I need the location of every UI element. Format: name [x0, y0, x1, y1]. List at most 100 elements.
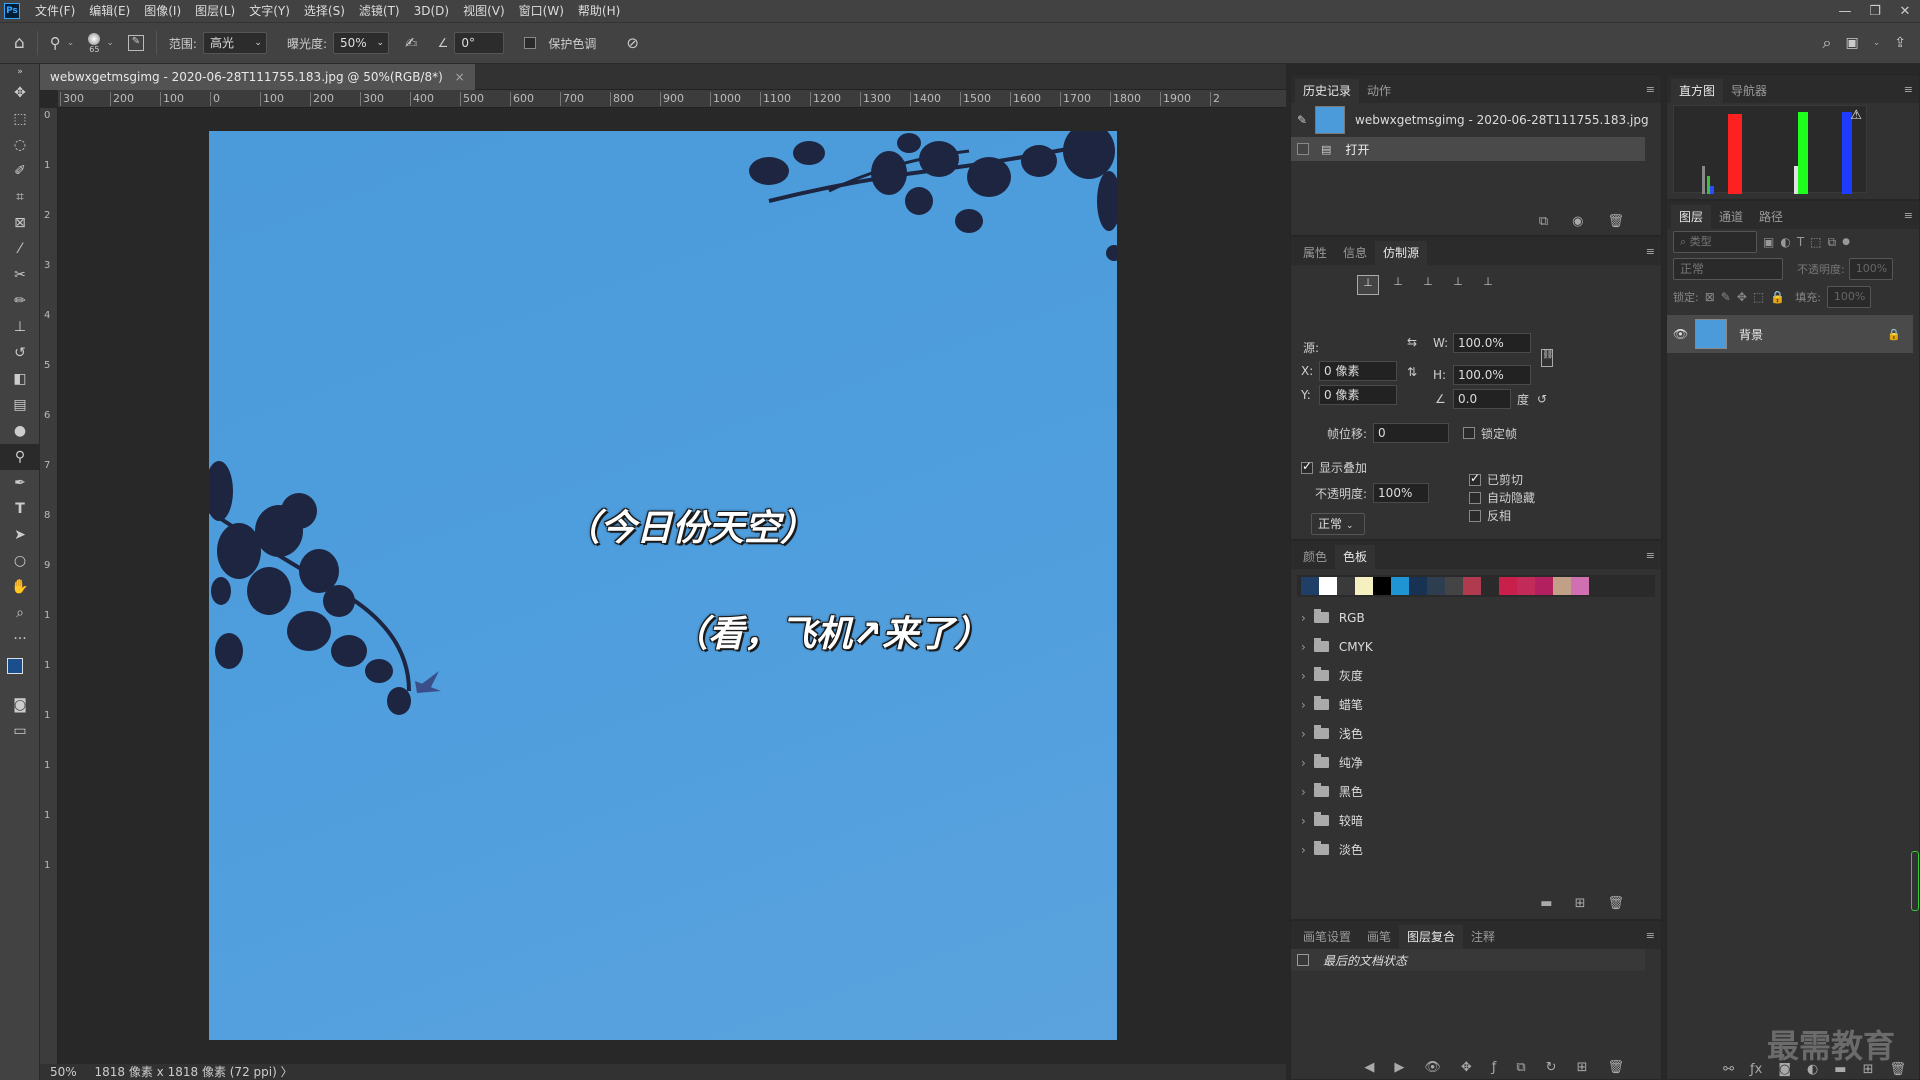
- chevron-down-icon[interactable]: ⌄: [67, 38, 75, 48]
- trash-icon[interactable]: 🗑: [1607, 1060, 1624, 1075]
- swatch-group-rgb[interactable]: › RGB: [1291, 603, 1661, 632]
- tab-histogram[interactable]: 直方图: [1671, 79, 1724, 103]
- camera-icon[interactable]: ◉: [1572, 214, 1583, 229]
- screen-mode-icon[interactable]: ▭: [0, 718, 40, 744]
- close-button[interactable]: ✕: [1890, 4, 1920, 19]
- menu-edit[interactable]: 编辑(E): [82, 0, 137, 22]
- panel-menu-icon[interactable]: ≡: [1646, 549, 1655, 562]
- lock-paint-icon[interactable]: ✎: [1721, 290, 1731, 304]
- tab-history[interactable]: 历史记录: [1295, 79, 1360, 103]
- next-comp-icon[interactable]: ▶: [1394, 1060, 1404, 1075]
- swatch-group-darker[interactable]: › 较暗: [1291, 806, 1661, 835]
- panel-menu-icon[interactable]: ≡: [1904, 83, 1913, 96]
- link-icon[interactable]: ⛓: [1541, 349, 1553, 367]
- brush-tool-icon[interactable]: ✏: [0, 288, 40, 314]
- tab-brushes[interactable]: 画笔: [1359, 925, 1399, 949]
- tab-info[interactable]: 信息: [1335, 241, 1375, 265]
- lasso-tool-icon[interactable]: ◌: [0, 132, 40, 158]
- collapse-icon[interactable]: »: [0, 64, 40, 80]
- filter-smart-icon[interactable]: ⧉: [1828, 235, 1837, 250]
- show-overlay-checkbox[interactable]: [1301, 459, 1313, 474]
- swatch-group-cmyk[interactable]: › CMYK: [1291, 632, 1661, 661]
- menu-image[interactable]: 图像(I): [137, 0, 188, 22]
- overlay-opacity-input[interactable]: 100%: [1373, 483, 1430, 503]
- select-comp-icon[interactable]: ⧉: [1516, 1060, 1525, 1075]
- link-layers-icon[interactable]: ⚯: [1723, 1062, 1734, 1077]
- tab-notes[interactable]: 注释: [1463, 925, 1503, 949]
- lock-transparent-icon[interactable]: ⊠: [1705, 290, 1715, 304]
- new-layer-icon[interactable]: ⊞: [1863, 1062, 1874, 1077]
- ellipse-tool-icon[interactable]: ○: [0, 548, 40, 574]
- swatch-color[interactable]: [1319, 577, 1337, 595]
- dodge-tool-icon[interactable]: ⚲: [50, 34, 61, 52]
- history-brush-source-icon[interactable]: ✎: [1297, 113, 1315, 127]
- eraser-tool-icon[interactable]: ◧: [0, 366, 40, 392]
- swatch-color[interactable]: [1409, 577, 1427, 595]
- clone-stamp-tool-icon[interactable]: ⊥: [0, 314, 40, 340]
- swatch-group-light[interactable]: › 浅色: [1291, 719, 1661, 748]
- blur-tool-icon[interactable]: ●: [0, 418, 40, 444]
- add-mask-icon[interactable]: ◙: [1778, 1062, 1791, 1077]
- swatch-group-tint[interactable]: › 淡色: [1291, 835, 1661, 864]
- filter-type-icon[interactable]: T: [1797, 235, 1804, 249]
- more-tools-icon[interactable]: ···: [0, 626, 40, 652]
- clone-source-1-icon[interactable]: ⊥: [1357, 275, 1379, 295]
- lock-artboard-icon[interactable]: ⬚: [1753, 290, 1764, 304]
- auto-hide-checkbox[interactable]: [1469, 491, 1481, 504]
- invert-checkbox[interactable]: [1469, 509, 1481, 522]
- exposure-input[interactable]: 50% ⌄: [332, 32, 389, 54]
- foreground-color[interactable]: [7, 658, 23, 674]
- marquee-tool-icon[interactable]: ⬚: [0, 106, 40, 132]
- panel-menu-icon[interactable]: ≡: [1646, 245, 1655, 258]
- x-input[interactable]: 0 像素: [1319, 361, 1397, 381]
- document-tab[interactable]: webwxgetmsgimg - 2020-06-28T111755.183.j…: [40, 64, 475, 90]
- angle-input[interactable]: 0.0: [1453, 389, 1511, 409]
- filter-adjustment-icon[interactable]: ◐: [1780, 235, 1790, 249]
- previous-comp-icon[interactable]: ◀: [1364, 1060, 1374, 1075]
- filter-toggle-icon[interactable]: ●: [1842, 237, 1850, 247]
- panel-menu-icon[interactable]: ≡: [1646, 83, 1655, 96]
- overlay-blend-select[interactable]: 正常 ⌄: [1311, 513, 1365, 535]
- hand-tool-icon[interactable]: ✋: [0, 574, 40, 600]
- new-comp-icon[interactable]: ⊞: [1577, 1060, 1588, 1075]
- trash-icon[interactable]: 🗑: [1607, 896, 1624, 911]
- menu-type[interactable]: 文字(Y): [242, 0, 297, 22]
- filter-shape-icon[interactable]: ⬚: [1810, 235, 1821, 249]
- pressure-size-icon[interactable]: ⊘: [626, 34, 639, 52]
- swatch-color[interactable]: [1499, 577, 1517, 595]
- eye-icon[interactable]: 👁: [1673, 327, 1695, 341]
- swatch-color[interactable]: [1553, 577, 1571, 595]
- airbrush-icon[interactable]: ✍: [405, 34, 418, 52]
- dodge-tool-icon[interactable]: ⚲: [0, 444, 40, 470]
- history-snapshot[interactable]: ✎ webwxgetmsgimg - 2020-06-28T111755.183…: [1291, 103, 1661, 137]
- restore-button[interactable]: ❐: [1860, 4, 1890, 19]
- visibility-comp-icon[interactable]: 👁: [1424, 1060, 1441, 1075]
- tab-swatches[interactable]: 色板: [1335, 545, 1376, 569]
- gradient-tool-icon[interactable]: ▤: [0, 392, 40, 418]
- opacity-input[interactable]: 100%: [1848, 258, 1893, 280]
- menu-view[interactable]: 视图(V): [456, 0, 512, 22]
- tab-color[interactable]: 颜色: [1295, 545, 1335, 569]
- zoom-tool-icon[interactable]: ⌕: [0, 600, 40, 626]
- h-input[interactable]: 100.0%: [1453, 365, 1531, 385]
- close-tab-icon[interactable]: ×: [455, 70, 465, 84]
- reset-transform-icon[interactable]: ↺: [1537, 392, 1547, 406]
- canvas-area[interactable]: （今日份天空） （看，飞机↗来了）: [58, 108, 1286, 1064]
- swatch-color[interactable]: [1463, 577, 1481, 595]
- eyedropper-tool-icon[interactable]: ⁄: [0, 236, 40, 262]
- tab-brush-settings[interactable]: 画笔设置: [1295, 925, 1359, 949]
- swatch-group-dark[interactable]: › 黑色: [1291, 777, 1661, 806]
- lock-position-icon[interactable]: ✥: [1737, 290, 1747, 304]
- color-swatches-icon[interactable]: [0, 652, 40, 692]
- scroll-indicator[interactable]: [1911, 851, 1919, 911]
- menu-filter[interactable]: 滤镜(T): [352, 0, 407, 22]
- brush-preset-picker[interactable]: 65: [88, 32, 101, 54]
- tab-actions[interactable]: 动作: [1359, 79, 1399, 103]
- new-group-icon[interactable]: ▬: [1540, 896, 1552, 911]
- swatch-color[interactable]: [1571, 577, 1589, 595]
- type-tool-icon[interactable]: T: [0, 496, 40, 522]
- swatch-color[interactable]: [1355, 577, 1373, 595]
- minimize-button[interactable]: —: [1830, 4, 1860, 19]
- warning-icon[interactable]: ⚠: [1850, 108, 1862, 123]
- position-comp-icon[interactable]: ✥: [1461, 1060, 1472, 1075]
